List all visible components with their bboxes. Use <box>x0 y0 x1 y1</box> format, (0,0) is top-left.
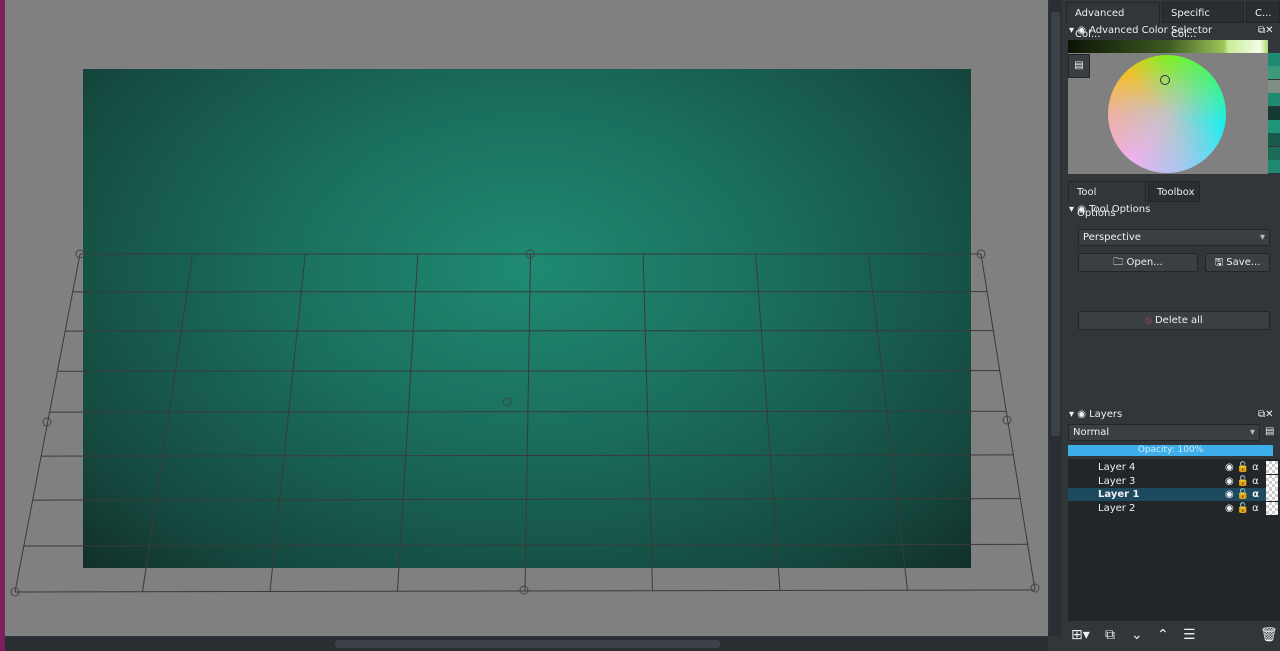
move-up-icon[interactable]: ⌃ <box>1157 627 1169 643</box>
open-label: Open... <box>1126 257 1163 268</box>
recent-colors[interactable] <box>1268 53 1280 174</box>
layer-properties-icon[interactable]: ▤ <box>1265 426 1274 437</box>
delete-layer-icon[interactable]: 🗑 <box>1260 627 1278 643</box>
color-wheel[interactable] <box>1108 55 1226 173</box>
duplicate-layer-icon[interactable]: ⧉ <box>1105 627 1115 643</box>
float-close-icons[interactable]: ⧉✕ <box>1258 409 1274 420</box>
recent-color-swatch[interactable] <box>1268 66 1280 80</box>
open-button[interactable]: 🗀 Open... <box>1078 253 1198 272</box>
docker-panel: Advanced Col... Specific Col... C... ▾ ◉… <box>1063 0 1280 651</box>
color-selector-title: Advanced Color Selector <box>1089 25 1213 36</box>
layer-name: Layer 2 <box>1098 502 1136 514</box>
tab-toolbox[interactable]: Toolbox <box>1148 181 1200 202</box>
recent-color-swatch[interactable] <box>1268 53 1280 66</box>
grid-line <box>397 253 419 592</box>
grid-line <box>142 253 194 592</box>
recent-color-swatch[interactable] <box>1268 79 1280 93</box>
grid-handle[interactable] <box>502 397 512 407</box>
visibility-lock-alpha-icons[interactable]: ◉🔓α <box>1225 488 1262 501</box>
recent-color-swatch[interactable] <box>1268 93 1280 107</box>
tab-other[interactable]: C... <box>1246 2 1280 23</box>
scroll-thumb[interactable] <box>335 640 720 648</box>
layers-title: Layers <box>1089 409 1123 420</box>
layer-row[interactable]: Layer 4 ◉🔓α <box>1068 461 1278 474</box>
visibility-lock-alpha-icons[interactable]: ◉🔓α <box>1225 461 1262 474</box>
layer-row[interactable]: Layer 1 ◉🔓α <box>1068 488 1278 501</box>
layer-name: Layer 4 <box>1098 462 1136 473</box>
grid-line <box>14 253 81 593</box>
color-wheel-area[interactable] <box>1068 53 1268 174</box>
tool-options-header: ▾ ◉ Tool Options <box>1069 204 1151 215</box>
layer-list: Layer 4 ◉🔓α Layer 3 ◉🔓α Layer 1 ◉🔓α Layer 2 ◉🔓α <box>1068 459 1280 621</box>
prohibited-icon: ⦸ <box>1145 315 1152 326</box>
grid-line <box>867 253 908 591</box>
save-button[interactable]: 🖫 Save... <box>1205 253 1270 272</box>
layer-thumbnail <box>1266 488 1278 501</box>
layer-name: Layer 3 <box>1098 475 1136 487</box>
save-label: Save... <box>1226 257 1261 268</box>
grid-line <box>524 253 531 592</box>
layer-settings-icon[interactable]: ☰ <box>1183 627 1196 643</box>
recent-color-swatch[interactable] <box>1268 106 1280 120</box>
visibility-lock-alpha-icons[interactable]: ◉🔓α <box>1225 502 1262 515</box>
delete-all-button[interactable]: ⦸ Delete all <box>1078 311 1270 330</box>
color-history-bar[interactable] <box>1068 40 1268 53</box>
layers-header: ▾ ◉ Layers <box>1069 409 1123 420</box>
visibility-lock-alpha-icons[interactable]: ◉🔓α <box>1225 475 1262 488</box>
delete-label: Delete all <box>1154 315 1203 326</box>
move-down-icon[interactable]: ⌄ <box>1131 627 1143 643</box>
tool-options-title: Tool Options <box>1089 204 1151 215</box>
horizontal-scrollbar[interactable] <box>5 637 1048 651</box>
grid-line <box>980 253 1036 591</box>
layer-name: Layer 1 <box>1098 489 1140 500</box>
recent-color-swatch[interactable] <box>1268 160 1280 174</box>
assistant-type-select[interactable]: Perspective <box>1078 229 1270 246</box>
grid-line <box>269 253 306 592</box>
perspective-grid[interactable] <box>5 0 1048 636</box>
color-selector-header: ▾ ◉ Advanced Color Selector <box>1069 25 1213 36</box>
add-layer-icon[interactable]: ⊞▾ <box>1071 627 1090 643</box>
layer-row[interactable]: Layer 2 ◉🔓α <box>1068 501 1278 515</box>
layer-thumbnail <box>1266 501 1278 515</box>
grid-handle[interactable] <box>519 585 529 595</box>
float-close-icons[interactable]: ⧉✕ <box>1258 25 1274 36</box>
tab-advanced-color[interactable]: Advanced Col... <box>1066 2 1160 40</box>
layer-thumbnail <box>1266 474 1278 488</box>
opacity-slider[interactable]: Opacity: 100% <box>1068 445 1273 456</box>
grid-line <box>755 253 781 591</box>
tab-specific-color[interactable]: Specific Col... <box>1162 2 1244 40</box>
grid-line <box>642 253 653 591</box>
blend-mode-select[interactable]: Normal <box>1068 424 1260 441</box>
layer-thumbnail <box>1266 461 1278 474</box>
scroll-thumb[interactable] <box>1051 12 1060 436</box>
vertical-scrollbar[interactable] <box>1049 0 1062 636</box>
recent-color-swatch[interactable] <box>1268 133 1280 147</box>
left-edge-strip <box>0 0 5 651</box>
tab-tool-options[interactable]: Tool Options <box>1068 181 1146 219</box>
layer-row[interactable]: Layer 3 ◉🔓α <box>1068 474 1278 488</box>
color-picker-handle[interactable] <box>1160 75 1170 85</box>
recent-color-swatch[interactable] <box>1268 120 1280 133</box>
settings-icon[interactable]: ▤ <box>1068 54 1090 78</box>
canvas-area[interactable] <box>5 0 1048 636</box>
recent-color-swatch[interactable] <box>1268 146 1280 160</box>
